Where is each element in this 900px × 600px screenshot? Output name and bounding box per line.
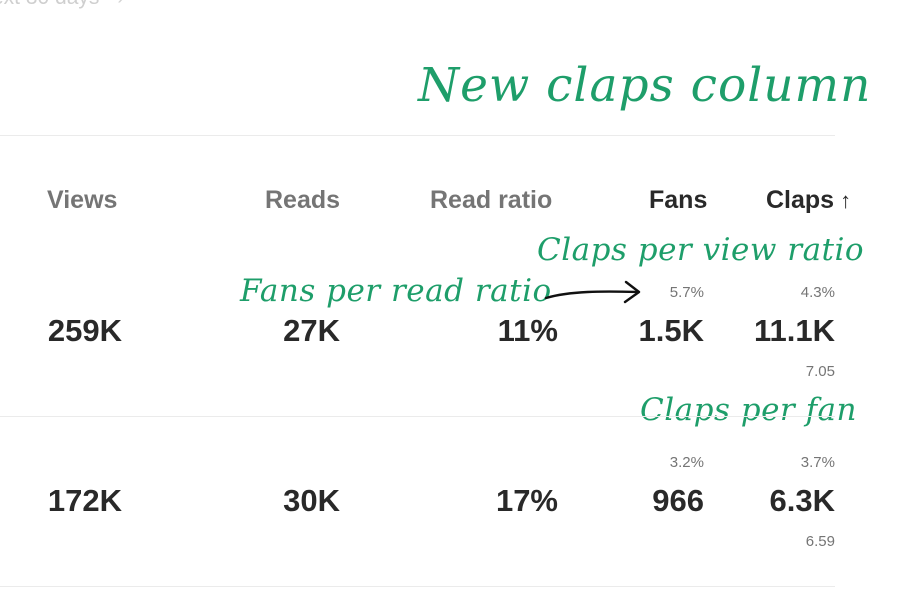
divider-row xyxy=(0,416,835,417)
column-header-read-ratio[interactable]: Read ratio xyxy=(430,186,552,215)
annotation-claps-per-view-ratio: Claps per view ratio xyxy=(537,232,865,268)
column-header-claps[interactable]: Claps ↑ xyxy=(766,186,851,215)
claps-per-fan-value: 7.05 xyxy=(805,363,835,380)
chevron-right-icon: › xyxy=(117,0,124,10)
claps-per-view-ratio: 4.3% xyxy=(800,284,835,301)
views-value: 259K xyxy=(47,313,122,348)
read-ratio-value: 17% xyxy=(495,483,558,518)
column-header-views[interactable]: Views xyxy=(47,186,117,215)
fans-per-read-ratio: 5.7% xyxy=(669,284,704,301)
arrow-up-icon: ↑ xyxy=(840,187,852,213)
column-header-claps-label: Claps xyxy=(766,186,835,214)
fans-value: 966 xyxy=(652,483,704,518)
read-ratio-value: 11% xyxy=(497,313,558,348)
annotation-claps-per-fan: Claps per fan xyxy=(640,392,858,428)
reads-value: 27K xyxy=(283,313,340,348)
column-header-reads[interactable]: Reads xyxy=(265,186,340,215)
annotation-new-claps-column: New claps column xyxy=(418,58,872,113)
divider-top xyxy=(0,135,835,136)
claps-per-fan-value: 6.59 xyxy=(805,533,835,550)
annotation-fans-per-read-ratio: Fans per read ratio xyxy=(240,273,552,309)
claps-per-view-ratio: 3.7% xyxy=(800,454,835,471)
divider-bottom xyxy=(0,586,835,587)
fans-value: 1.5K xyxy=(638,313,704,348)
claps-value: 6.3K xyxy=(769,483,835,518)
fans-per-read-ratio: 3.2% xyxy=(669,454,704,471)
next-30-days-link[interactable]: ext 30 days › xyxy=(0,0,124,10)
column-header-fans[interactable]: Fans xyxy=(649,186,707,215)
claps-value: 11.1K xyxy=(753,313,835,348)
next-30-days-label: ext 30 days xyxy=(0,0,99,10)
reads-value: 30K xyxy=(283,483,340,518)
views-value: 172K xyxy=(47,483,122,518)
